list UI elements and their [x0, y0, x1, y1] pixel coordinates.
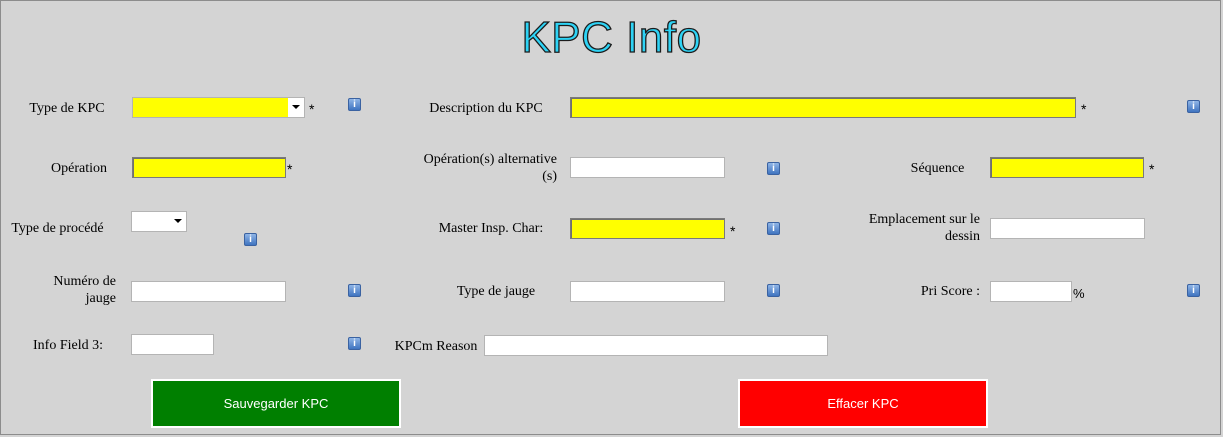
info-icon[interactable]: i [767, 162, 780, 175]
sequence-input[interactable] [990, 157, 1144, 178]
sequence-label: Séquence [910, 161, 965, 176]
info-icon[interactable]: i [1187, 100, 1200, 113]
kpcm-reason-label: KPCm Reason [394, 339, 478, 354]
type-procede-dropdown[interactable] [131, 211, 187, 232]
info-icon[interactable]: i [767, 222, 780, 235]
master-insp-input[interactable] [570, 218, 725, 239]
emplacement-label-line1: Emplacement sur le [868, 212, 980, 227]
emplacement-label-line2: dessin [945, 229, 980, 244]
emplacement-input[interactable] [990, 218, 1145, 239]
operation-alt-label-line2: (s) [542, 169, 557, 184]
type-jauge-input[interactable] [570, 281, 725, 302]
numero-jauge-label: Numéro de jauge [30, 273, 116, 307]
info-field-3-label: Info Field 3: [33, 338, 103, 353]
pri-score-label: Pri Score : [920, 284, 980, 299]
operation-alt-input[interactable] [570, 157, 725, 178]
clear-kpc-button[interactable]: Effacer KPC [738, 379, 988, 428]
chevron-down-icon[interactable] [170, 212, 186, 231]
type-kpc-label: Type de KPC [29, 101, 105, 116]
description-input[interactable] [570, 97, 1076, 118]
info-icon[interactable]: i [244, 233, 257, 246]
info-icon[interactable]: i [348, 284, 361, 297]
info-icon[interactable]: i [1187, 284, 1200, 297]
percent-unit: % [1073, 286, 1085, 301]
type-kpc-dropdown[interactable] [132, 97, 305, 118]
required-marker: * [287, 161, 293, 177]
numero-jauge-label-line2: jauge [85, 291, 116, 306]
required-marker: * [1081, 101, 1087, 117]
pri-score-input[interactable] [990, 281, 1072, 302]
numero-jauge-label-line1: Numéro de [53, 274, 116, 289]
operation-alt-label-line1: Opération(s) alternative [423, 152, 557, 167]
master-insp-label: Master Insp. Char: [438, 221, 544, 236]
required-marker: * [730, 223, 736, 239]
operation-alt-label: Opération(s) alternative (s) [395, 151, 557, 185]
info-icon[interactable]: i [348, 337, 361, 350]
kpcm-reason-input[interactable] [484, 335, 828, 356]
page-title: KPC Info [521, 12, 702, 62]
chevron-down-icon[interactable] [288, 98, 304, 117]
info-field-3-input[interactable] [131, 334, 214, 355]
operation-label: Opération [51, 161, 107, 176]
save-kpc-button[interactable]: Sauvegarder KPC [151, 379, 401, 428]
required-marker: * [309, 101, 315, 117]
description-label: Description du KPC [429, 101, 543, 116]
type-jauge-label: Type de jauge [456, 284, 536, 299]
numero-jauge-input[interactable] [131, 281, 286, 302]
operation-input[interactable] [132, 157, 286, 178]
emplacement-label: Emplacement sur le dessin [840, 211, 980, 245]
info-icon[interactable]: i [348, 98, 361, 111]
required-marker: * [1149, 161, 1155, 177]
info-icon[interactable]: i [767, 284, 780, 297]
type-procede-label: Type de procédé [11, 221, 104, 236]
